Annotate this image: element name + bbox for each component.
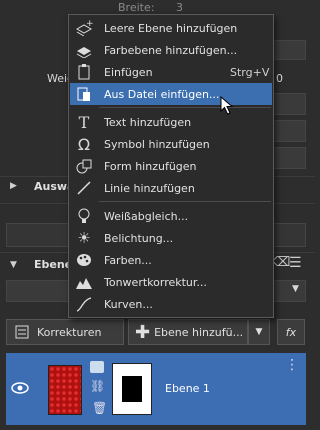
menu-item-farbebene[interactable]: Farbebene hinzufügen... — [70, 39, 272, 61]
shape-icon — [70, 158, 98, 174]
eye-icon[interactable] — [11, 381, 29, 395]
layers-plus-icon: + — [70, 20, 98, 36]
fx-button[interactable]: fx — [277, 319, 305, 345]
add-layer-label: Ebene hinzufü... — [154, 325, 244, 339]
menu-item-symbol[interactable]: Ω Symbol hinzufügen — [70, 133, 272, 155]
menu-item-label: Form hinzufügen — [104, 159, 197, 173]
text-icon: T — [78, 112, 90, 132]
menu-item-label: Farbebene hinzufügen... — [104, 43, 238, 57]
menu-item-text[interactable]: T Text hinzufügen — [70, 111, 272, 133]
bg-field-1[interactable] — [270, 40, 306, 60]
menu-item-label: Kurven... — [104, 297, 153, 311]
add-layer-menu: + Leere Ebene hinzufügen Farbebene hinzu… — [68, 14, 274, 318]
menu-item-label: Belichtung... — [104, 231, 174, 245]
auswahl-expand-icon[interactable]: ▶ — [10, 181, 17, 191]
add-layer-button[interactable]: ✚ Ebene hinzufü... — [128, 319, 248, 345]
ebenen-collapse-icon[interactable]: ▼ — [10, 260, 17, 270]
bg-field-3[interactable] — [270, 120, 306, 142]
menu-item-farben[interactable]: Farben... — [70, 249, 272, 271]
menu-item-belichtung[interactable]: ☀ Belichtung... — [70, 227, 272, 249]
link-icon[interactable]: ⛓ — [90, 379, 105, 393]
menu-item-einfuegen[interactable]: Einfügen Strg+V — [70, 61, 272, 83]
menu-item-label: Einfügen — [104, 65, 153, 79]
menu-item-label: Weißabgleich... — [104, 209, 189, 223]
bg-field-4[interactable] — [270, 147, 306, 169]
more-icon[interactable]: ⋮ — [285, 357, 299, 373]
menu-hamburger-icon[interactable]: ☰ — [289, 255, 302, 271]
layer-mask-thumbnail[interactable] — [112, 363, 152, 415]
layer-thumbnail[interactable] — [48, 365, 82, 415]
svg-text:+: + — [86, 20, 93, 29]
menu-item-aus-datei[interactable]: Aus Datei einfügen... — [70, 83, 272, 105]
blend-chevron-icon[interactable]: ▼ — [292, 284, 299, 294]
paste-file-icon — [70, 86, 98, 102]
add-layer-dropdown[interactable]: ▼ — [248, 319, 270, 345]
shortcut-label: Strg+V — [230, 65, 270, 79]
plus-icon: ✚ — [135, 321, 151, 343]
levels-icon — [70, 274, 98, 290]
weich-value: 0 — [276, 72, 283, 85]
menu-item-tonwert[interactable]: Tonwertkorrektur... — [70, 271, 272, 293]
menu-item-kurven[interactable]: Kurven... — [70, 293, 272, 315]
sun-icon: ☀ — [77, 229, 91, 247]
curves-icon — [70, 296, 98, 312]
menu-item-label: Farben... — [104, 253, 152, 267]
menu-item-label: Aus Datei einfügen... — [104, 87, 220, 101]
breite-label: Breite: — [118, 1, 155, 14]
adjust-icon — [15, 325, 29, 339]
chevron-down-icon: ▼ — [255, 327, 263, 337]
lightbulb-icon — [70, 208, 98, 224]
paste-icon — [70, 64, 98, 80]
menu-item-form[interactable]: Form hinzufügen — [70, 155, 272, 177]
palette-icon — [70, 252, 98, 268]
delete-layer-icon[interactable]: ⌫ — [272, 255, 290, 270]
layer-name[interactable]: Ebene 1 — [165, 382, 210, 395]
omega-icon: Ω — [77, 134, 91, 154]
bg-field-2[interactable] — [270, 93, 306, 115]
menu-item-leere-ebene[interactable]: + Leere Ebene hinzufügen — [70, 17, 272, 39]
mask-icon[interactable] — [90, 361, 104, 373]
menu-item-linie[interactable]: Linie hinzufügen — [70, 177, 272, 199]
menu-item-label: Linie hinzufügen — [104, 181, 195, 195]
menu-item-weissabgleich[interactable]: Weißabgleich... — [70, 205, 272, 227]
menu-item-label: Symbol hinzufügen — [104, 137, 210, 151]
korrekturen-label: Korrekturen — [37, 325, 102, 339]
korrekturen-button[interactable]: Korrekturen — [6, 319, 124, 345]
fx-label: fx — [285, 325, 297, 339]
breite-value: 3 — [176, 1, 183, 14]
trash-icon[interactable]: 🗑 — [92, 401, 107, 415]
line-icon — [70, 180, 98, 196]
menu-item-label: Tonwertkorrektur... — [104, 275, 207, 289]
layer-row[interactable]: ⛓ 🗑 Ebene 1 ⋮ — [6, 353, 306, 425]
menu-item-label: Text hinzufügen — [104, 115, 192, 129]
mouse-cursor-icon — [220, 96, 234, 115]
color-layer-icon — [70, 42, 98, 58]
section-ebenen[interactable]: Ebene — [34, 258, 72, 271]
menu-item-label: Leere Ebene hinzufügen — [104, 21, 238, 35]
